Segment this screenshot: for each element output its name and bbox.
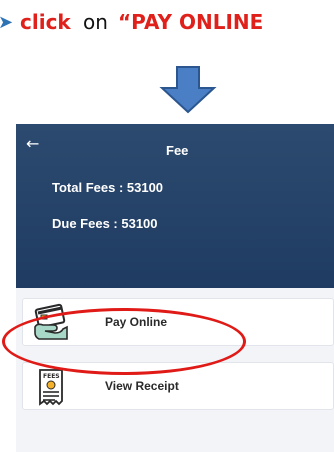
instruction-text: ➤ click on “PAY ONLINE — [0, 10, 334, 38]
instruction-click-word: click — [20, 10, 71, 34]
card-payment-icon — [34, 303, 68, 340]
svg-text:FEES: FEES — [43, 373, 60, 380]
fees-receipt-icon: FEES — [39, 369, 63, 406]
pay-online-button[interactable]: Pay Online — [22, 298, 334, 346]
arrow-down-icon — [159, 66, 217, 114]
instruction-on-word: on — [83, 10, 108, 34]
arrow-right-icon: ➤ — [0, 12, 14, 33]
total-fees-text: Total Fees : 53100 — [52, 180, 164, 195]
app-screen: ← Fee Total Fees : 53100 Due Fees : 5310… — [16, 124, 334, 452]
view-receipt-button[interactable]: FEES View Receipt — [22, 362, 334, 410]
pay-online-label: Pay Online — [105, 315, 168, 329]
page-title: Fee — [166, 143, 189, 158]
instruction-target-word: “PAY ONLINE — [118, 10, 264, 34]
back-arrow-icon[interactable]: ← — [26, 134, 48, 153]
fee-header: ← Fee Total Fees : 53100 Due Fees : 5310… — [16, 124, 334, 288]
view-receipt-label: View Receipt — [105, 379, 179, 393]
due-fees-text: Due Fees : 53100 — [52, 216, 158, 231]
